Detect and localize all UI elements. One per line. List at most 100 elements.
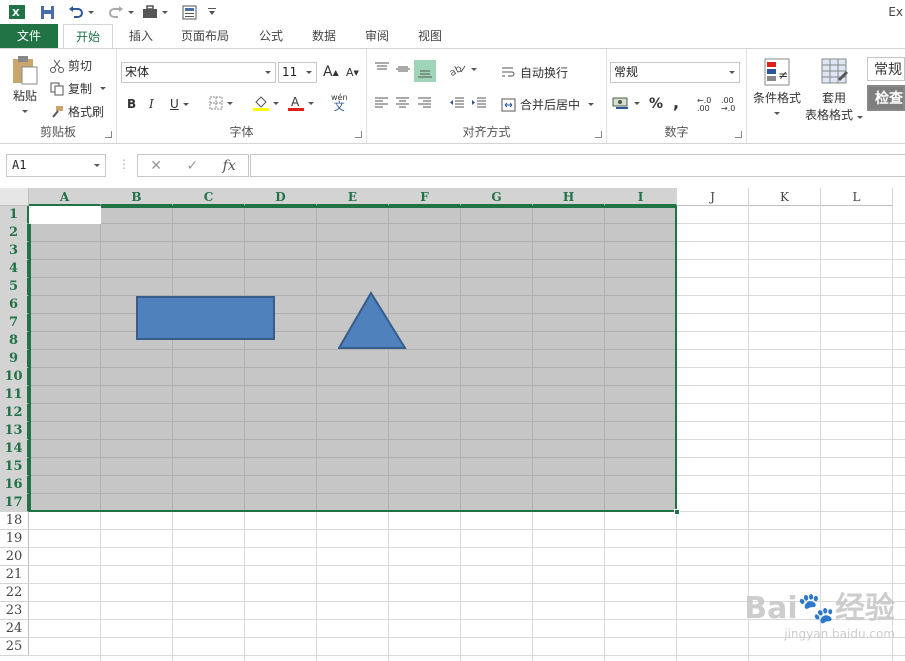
row-header-11[interactable]: 11: [0, 386, 29, 404]
tab-formulas[interactable]: 公式: [248, 24, 294, 49]
active-cell-a1[interactable]: [29, 206, 101, 224]
form-icon[interactable]: [180, 3, 198, 21]
fill-handle[interactable]: [674, 509, 680, 515]
style-normal-cell[interactable]: 常规: [867, 57, 905, 81]
row-header-15[interactable]: 15: [0, 458, 29, 476]
row-header-12[interactable]: 12: [0, 404, 29, 422]
save-icon[interactable]: [38, 3, 56, 21]
row-header-14[interactable]: 14: [0, 440, 29, 458]
row-header-23[interactable]: 23: [0, 602, 29, 620]
format-painter-button[interactable]: 格式刷: [50, 103, 104, 120]
row-header-7[interactable]: 7: [0, 314, 29, 332]
alignment-launcher-icon[interactable]: [595, 131, 602, 138]
row-header-24[interactable]: 24: [0, 620, 29, 638]
bold-button[interactable]: B: [127, 97, 136, 111]
align-bottom-button[interactable]: [414, 60, 436, 82]
decrease-indent-button[interactable]: [449, 97, 465, 109]
paste-button[interactable]: 粘贴: [8, 55, 42, 113]
grow-font-button[interactable]: A ▲: [323, 64, 339, 80]
triangle-shape[interactable]: [338, 291, 408, 351]
tab-home[interactable]: 开始: [63, 24, 113, 49]
row-header-8[interactable]: 8: [0, 332, 29, 350]
column-header-a[interactable]: A: [29, 188, 101, 206]
number-launcher-icon[interactable]: [735, 131, 742, 138]
column-header-j[interactable]: J: [677, 188, 749, 206]
format-as-table-button[interactable]: 套用 表格格式: [803, 57, 865, 123]
style-check-cell[interactable]: 检查: [867, 85, 905, 111]
fill-color-button[interactable]: [253, 95, 279, 111]
row-header-3[interactable]: 3: [0, 242, 29, 260]
tab-page-layout[interactable]: 页面布局: [172, 24, 238, 49]
align-top-button[interactable]: [374, 62, 390, 76]
conditional-format-button[interactable]: ≠ 条件格式: [751, 57, 803, 115]
tab-review[interactable]: 审阅: [354, 24, 400, 49]
row-header-9[interactable]: 9: [0, 350, 29, 368]
row-header-17[interactable]: 17: [0, 494, 29, 512]
tab-data[interactable]: 数据: [301, 24, 347, 49]
copy-button[interactable]: 复制: [50, 80, 107, 97]
column-header-b[interactable]: B: [101, 188, 173, 206]
align-middle-button[interactable]: [395, 62, 411, 76]
name-box[interactable]: A1: [6, 154, 106, 177]
align-right-button[interactable]: [417, 97, 432, 109]
row-header-4[interactable]: 4: [0, 260, 29, 278]
insert-function-icon[interactable]: fx: [223, 158, 236, 174]
comma-button[interactable]: ,: [673, 93, 679, 112]
row-header-18[interactable]: 18: [0, 512, 29, 530]
clipboard-launcher-icon[interactable]: [105, 131, 112, 138]
tab-insert[interactable]: 插入: [116, 24, 166, 49]
column-header-d[interactable]: D: [245, 188, 317, 206]
increase-indent-button[interactable]: [471, 97, 487, 109]
decrease-decimal-button[interactable]: .00 →.0: [721, 97, 741, 113]
italic-button[interactable]: I: [149, 97, 154, 111]
column-header-c[interactable]: C: [173, 188, 245, 206]
row-header-2[interactable]: 2: [0, 224, 29, 242]
row-header-1[interactable]: 1: [0, 206, 29, 224]
undo-icon[interactable]: [66, 3, 96, 21]
column-header-e[interactable]: E: [317, 188, 389, 206]
row-header-5[interactable]: 5: [0, 278, 29, 296]
wrap-text-button[interactable]: 自动换行: [501, 64, 568, 81]
accounting-format-button[interactable]: [612, 96, 640, 110]
increase-decimal-button[interactable]: ←.0 .00: [697, 97, 717, 113]
cancel-icon[interactable]: ✕: [150, 158, 162, 174]
column-header-i[interactable]: I: [605, 188, 677, 206]
merge-center-button[interactable]: 合并后居中: [501, 96, 595, 113]
column-header-f[interactable]: F: [389, 188, 461, 206]
cut-button[interactable]: 剪切: [50, 57, 92, 74]
column-header-l[interactable]: L: [821, 188, 893, 206]
column-header-k[interactable]: K: [749, 188, 821, 206]
row-header-21[interactable]: 21: [0, 566, 29, 584]
row-header-19[interactable]: 19: [0, 530, 29, 548]
formula-bar-splitter-icon[interactable]: ⋮: [118, 157, 130, 171]
tab-view[interactable]: 视图: [407, 24, 453, 49]
row-header-10[interactable]: 10: [0, 368, 29, 386]
column-header-g[interactable]: G: [461, 188, 533, 206]
row-header-16[interactable]: 16: [0, 476, 29, 494]
row-header-6[interactable]: 6: [0, 296, 29, 314]
rectangle-shape[interactable]: [136, 296, 275, 340]
align-left-button[interactable]: [374, 97, 389, 109]
row-header-13[interactable]: 13: [0, 422, 29, 440]
redo-icon[interactable]: [106, 3, 136, 21]
enter-icon[interactable]: ✓: [186, 158, 198, 174]
phonetic-button[interactable]: wén 文: [331, 93, 348, 112]
font-size-select[interactable]: 11: [278, 62, 317, 83]
align-center-button[interactable]: [395, 97, 410, 109]
row-header-20[interactable]: 20: [0, 548, 29, 566]
row-header-22[interactable]: 22: [0, 584, 29, 602]
row-header-25[interactable]: 25: [0, 638, 29, 656]
column-header-h[interactable]: H: [533, 188, 605, 206]
formula-input[interactable]: [250, 154, 905, 177]
customize-qat-icon[interactable]: [206, 3, 218, 21]
font-launcher-icon[interactable]: [355, 131, 362, 138]
underline-button[interactable]: U: [170, 97, 189, 111]
borders-button[interactable]: [209, 96, 233, 110]
select-all-corner[interactable]: [0, 188, 29, 206]
percent-button[interactable]: %: [649, 96, 663, 112]
number-format-select[interactable]: 常规: [610, 62, 740, 83]
tab-file[interactable]: 文件: [0, 24, 58, 49]
orientation-button[interactable]: ab: [449, 62, 477, 76]
font-color-button[interactable]: A: [288, 95, 314, 111]
shrink-font-button[interactable]: A ▼: [346, 66, 359, 79]
